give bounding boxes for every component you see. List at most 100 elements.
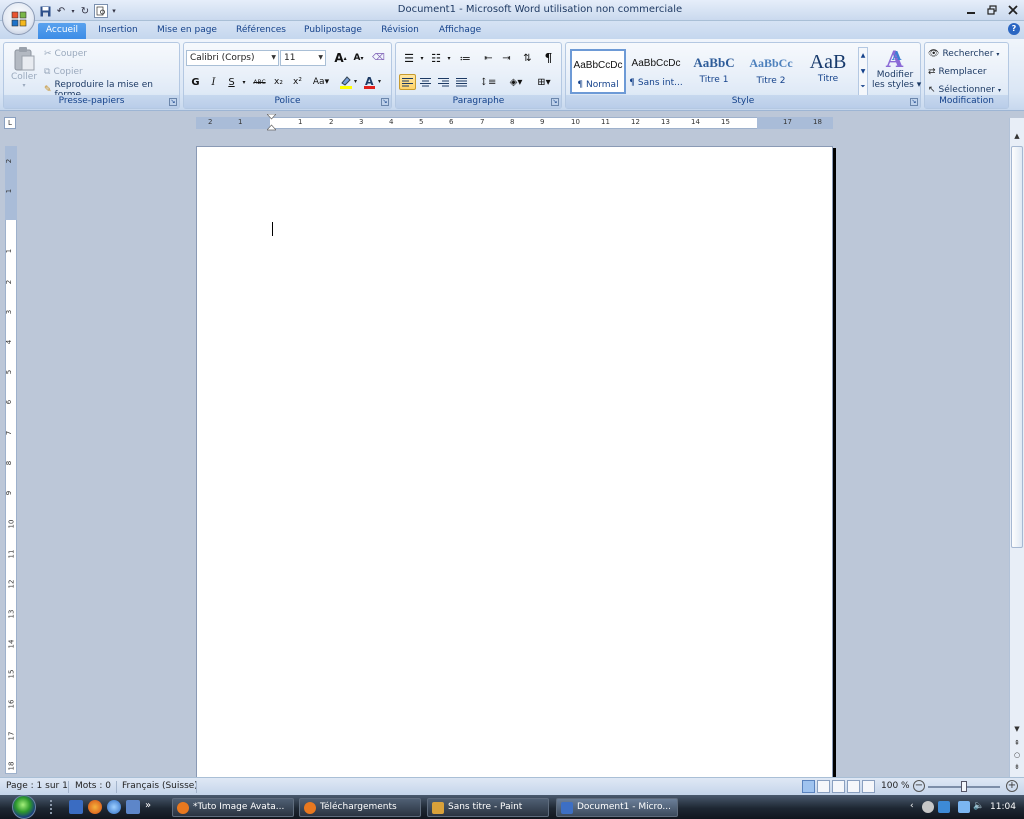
save-icon[interactable] — [38, 4, 52, 18]
zoom-level[interactable]: 100 % — [881, 781, 910, 791]
zoom-out-icon[interactable]: − — [913, 780, 925, 792]
scroll-up-icon[interactable]: ▲ — [1011, 132, 1023, 144]
borders-icon[interactable]: ⊞▾ — [532, 74, 556, 90]
align-left-icon[interactable] — [399, 74, 416, 90]
draft-view-icon[interactable] — [862, 780, 875, 793]
full-screen-reading-icon[interactable] — [817, 780, 830, 793]
tab-references[interactable]: Références — [230, 23, 292, 39]
grow-font-icon[interactable]: A ▴ — [332, 50, 349, 66]
scroll-thumb[interactable] — [1011, 146, 1023, 548]
help-icon[interactable]: ? — [1008, 23, 1020, 35]
style-titre-1[interactable]: AaBbC Titre 1 — [686, 49, 742, 94]
font-color-button[interactable]: A ▾ — [362, 74, 384, 90]
tab-accueil[interactable]: Accueil — [38, 23, 86, 39]
minimize-icon[interactable] — [962, 2, 979, 17]
ie-icon[interactable] — [107, 800, 121, 814]
show-desktop-icon[interactable] — [69, 800, 83, 814]
highlight-button[interactable]: ▾ — [338, 74, 360, 90]
customize-icon[interactable]: ▾ — [110, 4, 118, 18]
underline-button[interactable]: S — [223, 74, 240, 90]
page-count[interactable]: Page : 1 sur 1 — [6, 781, 68, 791]
replace-button[interactable]: ⇄ Remplacer — [928, 64, 987, 80]
bullets-icon[interactable]: ☰ — [399, 50, 419, 66]
find-button[interactable]: 👁 Rechercher ▾ — [928, 46, 999, 62]
copy-button[interactable]: ⧉ Copier — [44, 64, 83, 80]
web-layout-icon[interactable] — [832, 780, 845, 793]
line-spacing-icon[interactable]: ↕≡ — [476, 74, 500, 90]
tray-expand-icon[interactable]: ‹ — [910, 801, 914, 811]
scroll-down-icon[interactable]: ▼ — [859, 64, 867, 80]
paragraph-launcher-icon[interactable]: ↘ — [551, 98, 559, 106]
zoom-slider-thumb[interactable] — [961, 781, 967, 792]
taskbar-item[interactable]: Sans titre - Paint — [427, 798, 549, 817]
cut-button[interactable]: ✂ Couper — [44, 46, 87, 62]
increase-indent-icon[interactable]: ⇥ — [498, 50, 515, 66]
tray-user-icon[interactable] — [922, 801, 934, 813]
tab-insertion[interactable]: Insertion — [92, 23, 144, 39]
align-center-icon[interactable] — [417, 74, 434, 90]
shrink-font-icon[interactable]: A ▾ — [350, 50, 367, 66]
bullets-dropdown-icon[interactable]: ▾ — [418, 50, 426, 66]
sort-icon[interactable]: ⇅ — [519, 50, 536, 66]
tab-affichage[interactable]: Affichage — [434, 23, 486, 39]
tray-volume-icon[interactable]: 🔈 — [973, 801, 984, 811]
zoom-in-icon[interactable]: + — [1006, 780, 1018, 792]
style-titre[interactable]: AaB Titre — [800, 49, 856, 94]
word-count[interactable]: Mots : 0 — [75, 781, 111, 791]
start-button[interactable] — [4, 795, 44, 819]
modify-styles-button[interactable]: A A Modifier les styles ▾ — [872, 46, 921, 96]
close-icon[interactable] — [1004, 2, 1021, 17]
undo-dropdown-icon[interactable]: ▾ — [70, 4, 76, 18]
justify-icon[interactable] — [453, 74, 470, 90]
numbering-dropdown-icon[interactable]: ▾ — [445, 50, 453, 66]
numbering-icon[interactable]: ☷ — [426, 50, 446, 66]
show-marks-button[interactable]: ¶ — [540, 50, 557, 66]
previous-page-icon[interactable]: ⇞ — [1011, 739, 1023, 749]
subscript-button[interactable]: x₂ — [270, 74, 287, 90]
outline-view-icon[interactable] — [847, 780, 860, 793]
tab-selector-icon[interactable]: L — [4, 117, 16, 129]
tray-network-icon[interactable] — [938, 801, 950, 813]
restore-icon[interactable] — [983, 2, 1000, 17]
document-page[interactable] — [196, 146, 833, 786]
scroll-up-icon[interactable]: ▲ — [859, 48, 867, 64]
underline-dropdown-icon[interactable]: ▾ — [240, 74, 248, 90]
styles-launcher-icon[interactable]: ↘ — [910, 98, 918, 106]
multilevel-list-icon[interactable]: ≔ — [454, 50, 476, 66]
shading-icon[interactable]: ◈▾ — [504, 74, 528, 90]
taskbar-item[interactable]: *Tuto Image Avata... — [172, 798, 294, 817]
tab-mise-en-page[interactable]: Mise en page — [154, 23, 220, 39]
tab-publipostage[interactable]: Publipostage — [300, 23, 366, 39]
firefox-icon[interactable] — [88, 800, 102, 814]
change-case-button[interactable]: Aa ▾ — [309, 74, 333, 90]
decrease-indent-icon[interactable]: ⇤ — [480, 50, 497, 66]
office-button[interactable] — [2, 2, 35, 35]
scroll-down-icon[interactable]: ▼ — [1011, 725, 1023, 737]
paste-button[interactable]: Coller ▾ — [8, 46, 40, 96]
superscript-button[interactable]: x² — [289, 74, 306, 90]
browse-object-icon[interactable]: ○ — [1011, 751, 1023, 761]
strikethrough-button[interactable]: ABC — [251, 74, 268, 90]
bold-button[interactable]: G — [187, 74, 204, 90]
clipboard-launcher-icon[interactable]: ↘ — [169, 98, 177, 106]
print-layout-icon[interactable] — [802, 780, 815, 793]
more-styles-icon[interactable]: ⏷ — [859, 80, 867, 94]
next-page-icon[interactable]: ⇟ — [1011, 763, 1023, 773]
font-size-combo[interactable]: 11 ▼ — [280, 50, 326, 66]
font-launcher-icon[interactable]: ↘ — [381, 98, 389, 106]
clock[interactable]: 11:04 — [990, 802, 1016, 812]
italic-button[interactable]: I — [205, 74, 222, 90]
style-sans-interligne[interactable]: AaBbCcDc ¶ Sans int... — [628, 49, 684, 94]
language-status[interactable]: Français (Suisse) — [122, 781, 198, 791]
print-preview-icon[interactable] — [94, 4, 108, 18]
outlook-icon[interactable] — [126, 800, 140, 814]
indent-marker-icon[interactable] — [267, 114, 276, 131]
tray-monitor-icon[interactable] — [958, 801, 970, 813]
taskbar-item-active[interactable]: Document1 - Micro... — [556, 798, 678, 817]
style-titre-2[interactable]: AaBbCc Titre 2 — [743, 49, 799, 94]
style-normal[interactable]: AaBbCcDc ¶ Normal — [570, 49, 626, 94]
align-right-icon[interactable] — [435, 74, 452, 90]
clear-format-icon[interactable]: ⌫ — [370, 50, 387, 66]
taskbar-item[interactable]: Téléchargements — [299, 798, 421, 817]
styles-scroll[interactable]: ▲ ▼ ⏷ — [858, 47, 868, 96]
